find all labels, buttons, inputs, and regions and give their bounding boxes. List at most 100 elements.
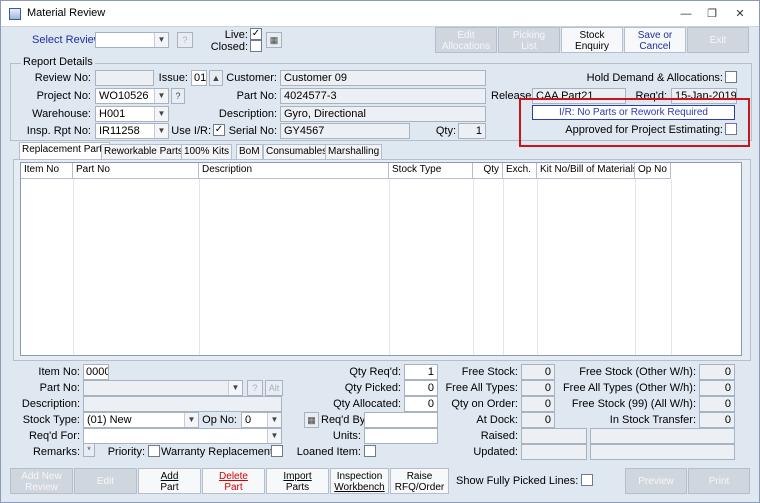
warehouse-combo[interactable]: H001 ▼: [95, 106, 169, 122]
qty-picked-field[interactable]: 0: [404, 380, 438, 396]
close-button[interactable]: ✕: [728, 5, 752, 23]
stock-type-combo[interactable]: (01) New ▼: [83, 412, 199, 428]
in-stock-transfer-field[interactable]: 0: [699, 412, 735, 428]
raise-rfq-order-button[interactable]: Raise RFQ/Order: [390, 468, 449, 494]
live-checkbox[interactable]: ✓: [250, 28, 262, 40]
show-fully-picked-checkbox[interactable]: [581, 474, 593, 486]
qty-on-order-field[interactable]: 0: [521, 396, 555, 412]
replacement-parts-grid[interactable]: Item No Part No Description Stock Type Q…: [20, 162, 742, 356]
chevron-down-icon[interactable]: ▼: [267, 413, 281, 427]
units-field[interactable]: [364, 428, 438, 444]
save-or-cancel-button[interactable]: Save or Cancel: [624, 27, 686, 53]
column-header-item-no[interactable]: Item No: [21, 163, 73, 179]
item-part-no-combo[interactable]: ▼: [83, 380, 243, 396]
raise-rfq-line1: Raise: [406, 471, 433, 482]
show-fully-picked-label: Show Fully Picked Lines:: [456, 475, 579, 487]
loaned-item-checkbox[interactable]: [364, 445, 376, 457]
column-header-qty[interactable]: Qty: [473, 163, 503, 179]
add-new-review-button[interactable]: Add New Review: [10, 468, 73, 494]
updated-date-field[interactable]: [521, 444, 587, 460]
select-review-combo[interactable]: ▼: [95, 32, 169, 48]
insp-rpt-no-combo[interactable]: IR11258 ▼: [95, 123, 169, 139]
part-help-button[interactable]: ?: [247, 380, 263, 396]
item-no-field[interactable]: 0000: [83, 364, 109, 380]
chevron-down-icon[interactable]: ▼: [154, 33, 168, 47]
free-stock-field[interactable]: 0: [521, 364, 555, 380]
free-all-types-field[interactable]: 0: [521, 380, 555, 396]
chevron-down-icon[interactable]: ▼: [184, 413, 198, 427]
chevron-down-icon[interactable]: ▼: [154, 107, 168, 121]
chevron-down-icon[interactable]: ▼: [228, 381, 242, 395]
column-header-description[interactable]: Description: [199, 163, 389, 179]
column-header-stock-type[interactable]: Stock Type: [389, 163, 473, 179]
in-stock-transfer-label: In Stock Transfer:: [609, 414, 696, 426]
edit-allocations-line2: Allocations: [441, 41, 491, 52]
tab-bom[interactable]: BoM: [236, 144, 263, 159]
alternate-part-icon[interactable]: Alt: [265, 380, 283, 396]
op-no-combo[interactable]: 0 ▼: [241, 412, 282, 428]
tab-reworkable-parts[interactable]: Reworkable Parts: [101, 144, 186, 159]
column-header-op-no[interactable]: Op No: [635, 163, 671, 179]
import-parts-button[interactable]: Import Parts: [266, 468, 329, 494]
picking-list-button[interactable]: Picking List: [498, 27, 560, 53]
help-button[interactable]: ?: [177, 32, 193, 48]
raised-date-field[interactable]: [521, 428, 587, 444]
edit-button[interactable]: Edit: [74, 468, 137, 494]
grid-column-line: [389, 179, 390, 355]
serial-no-field[interactable]: GY4567: [280, 123, 410, 139]
issue-field[interactable]: 01: [191, 70, 207, 86]
updated-by-field[interactable]: [590, 444, 735, 460]
hold-demand-checkbox[interactable]: [725, 71, 737, 83]
inspection-workbench-button[interactable]: Inspection Workbench: [330, 468, 389, 494]
item-description-field[interactable]: [83, 396, 282, 412]
stock-type-label: Stock Type:: [22, 414, 80, 426]
free-all-types-other-field[interactable]: 0: [699, 380, 735, 396]
remarks-icon[interactable]: *: [83, 443, 95, 457]
raised-by-field[interactable]: [590, 428, 735, 444]
warranty-checkbox[interactable]: [271, 445, 283, 457]
stock-enquiry-button[interactable]: Stock Enquiry: [561, 27, 623, 53]
priority-checkbox[interactable]: [148, 445, 160, 457]
qty-allocated-field[interactable]: 0: [404, 396, 438, 412]
description-field[interactable]: Gyro, Directional: [280, 106, 486, 122]
priority-label: Priority:: [107, 446, 145, 458]
part-no-field[interactable]: 4024577-3: [280, 88, 486, 104]
column-header-part-no[interactable]: Part No: [73, 163, 199, 179]
at-dock-field[interactable]: 0: [521, 412, 555, 428]
calendar-icon[interactable]: ▦: [304, 412, 319, 428]
review-no-field[interactable]: [95, 70, 154, 86]
chevron-down-icon[interactable]: ▼: [154, 124, 168, 138]
closed-checkbox[interactable]: [250, 40, 262, 52]
print-button[interactable]: Print: [688, 468, 750, 494]
chevron-down-icon[interactable]: ▼: [267, 429, 281, 443]
project-no-combo[interactable]: WO10526 ▼: [95, 88, 169, 104]
customer-field[interactable]: Customer 09: [280, 70, 486, 86]
edit-allocations-button[interactable]: Edit Allocations: [435, 27, 497, 53]
restore-button[interactable]: ❐: [700, 5, 724, 23]
tab-consumables[interactable]: Consumables: [263, 144, 331, 159]
column-header-kit-no[interactable]: Kit No/Bill of Materials: [537, 163, 635, 179]
picking-list-line2: List: [521, 41, 537, 52]
qty-field[interactable]: 1: [458, 123, 486, 139]
free-all-types-other-label: Free All Types (Other W/h):: [562, 382, 696, 394]
free-stock-other-field[interactable]: 0: [699, 364, 735, 380]
item-part-no-label: Part No:: [39, 382, 80, 394]
exit-button[interactable]: Exit: [687, 27, 749, 53]
minimize-button[interactable]: —: [674, 5, 698, 23]
project-help-button[interactable]: ?: [171, 88, 185, 104]
free-stock-99-field[interactable]: 0: [699, 396, 735, 412]
tab-marshalling[interactable]: Marshalling: [325, 144, 383, 159]
preview-button[interactable]: Preview: [625, 468, 687, 494]
filter-icon[interactable]: ▦: [266, 32, 282, 48]
tab-replacement-parts[interactable]: Replacement Parts: [19, 142, 111, 159]
qty-reqd-field[interactable]: 1: [404, 364, 438, 380]
stock-enquiry-line1: Stock: [579, 30, 605, 41]
use-ir-label: Use I/R:: [171, 125, 211, 137]
reqd-for-combo[interactable]: ▼: [83, 428, 282, 444]
chevron-down-icon[interactable]: ▼: [154, 89, 168, 103]
add-part-button[interactable]: Add Part: [138, 468, 201, 494]
delete-part-button[interactable]: Delete Part: [202, 468, 265, 494]
reqd-by-field[interactable]: [364, 412, 438, 428]
tab-100-kits[interactable]: 100% Kits: [181, 144, 233, 159]
column-header-exch[interactable]: Exch.: [503, 163, 537, 179]
